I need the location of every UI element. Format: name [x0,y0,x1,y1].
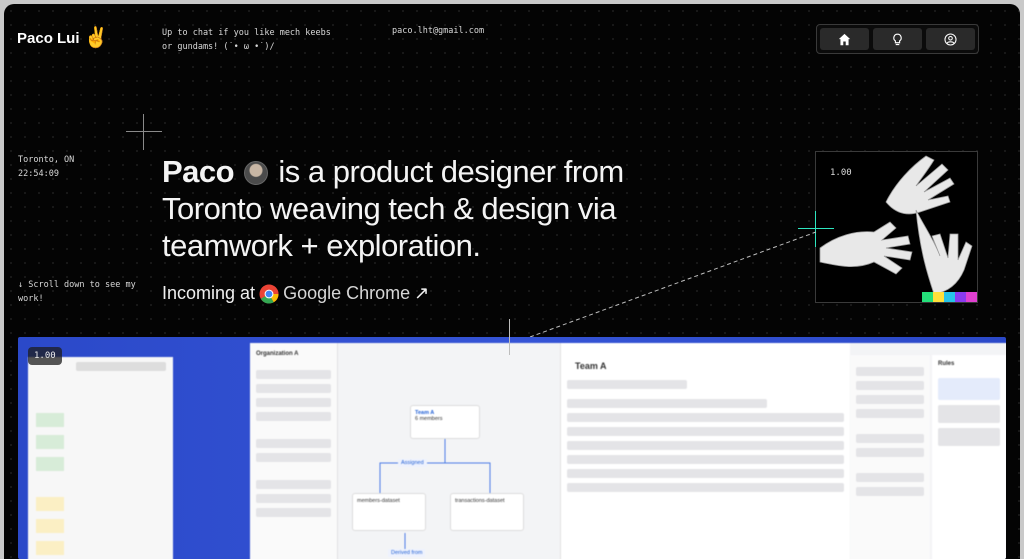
preview-green-cells [36,413,64,479]
crosshair-marker [490,319,530,359]
preview-dataset-2-name: transactions-dataset [455,498,505,504]
preview-panel-right: Rules [850,355,1006,559]
project-showcase[interactable]: Organization A Team A 6 members Assigned [18,337,1006,559]
preview-graph: Team A 6 members Assigned members-datase… [340,343,555,559]
preview-filter-bar [76,362,166,371]
preview-dataset-members: members-dataset [352,493,426,531]
preview-team-title: Team A [575,361,607,371]
preview-team-detail: Team A [560,343,850,559]
preview-rules-title: Rules [938,361,955,367]
preview-org-name: Organization A [256,351,299,357]
preview-dataset-1-name: members-dataset [357,498,400,504]
page-frame: Paco Lui ✌ Up to chat if you like mech k… [4,4,1020,559]
preview-dataset-transactions: transactions-dataset [450,493,524,531]
preview-edge-derived: Derived from [388,549,426,557]
preview-sidebar: Organization A [250,343,338,559]
preview-yellow-cells [36,497,64,559]
preview-edge-assigned: Assigned [398,459,427,467]
preview-right-sidebar [850,355,930,559]
preview-panel-left [28,357,173,559]
showcase-zoom-label: 1.00 [28,347,62,365]
preview-rules-panel: Rules [932,355,1006,559]
